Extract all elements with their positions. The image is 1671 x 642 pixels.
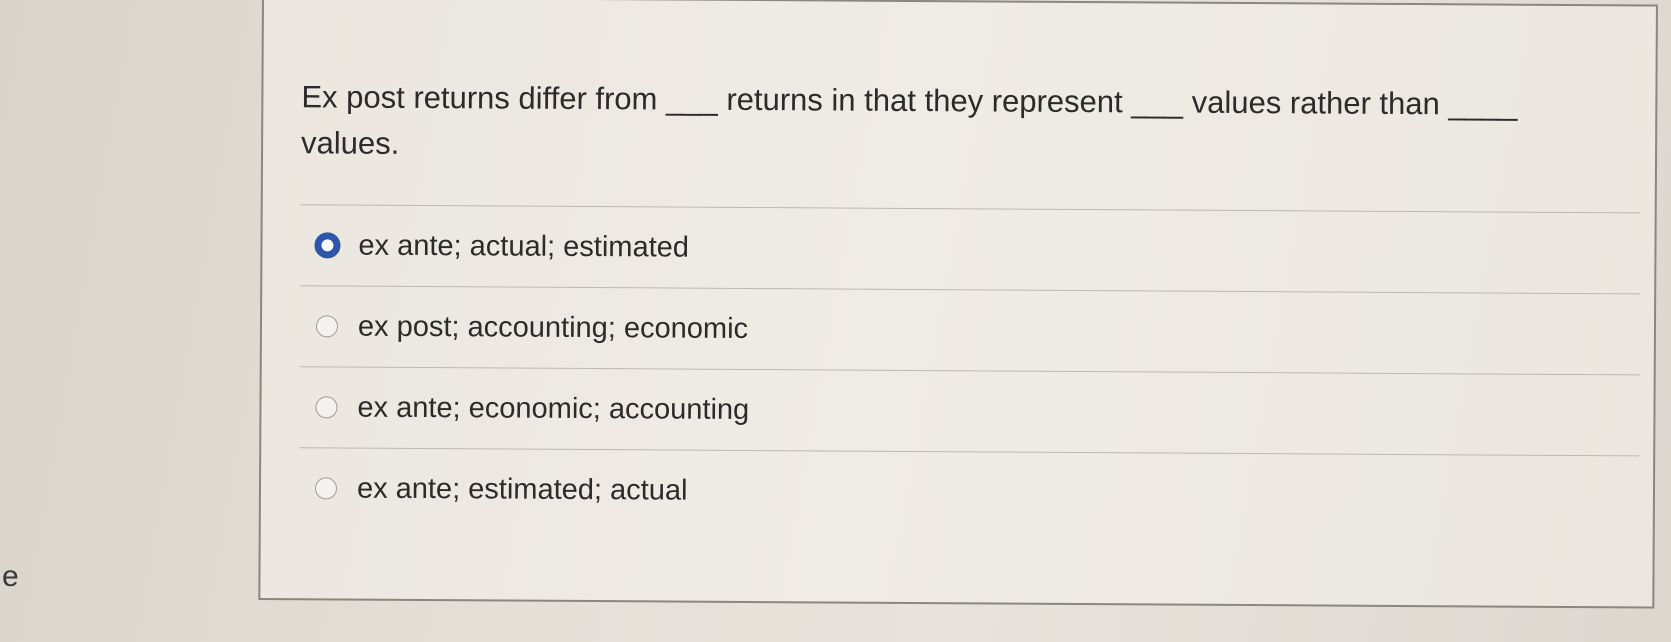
radio-button[interactable] xyxy=(315,315,339,338)
option-label: ex ante; actual; estimated xyxy=(358,229,690,264)
answer-options: ex ante; actual; estimated ex post; acco… xyxy=(299,204,1641,536)
radio-button[interactable] xyxy=(314,477,338,500)
question-text: Ex post returns differ from ___ returns … xyxy=(300,79,1518,161)
option-3[interactable]: ex ante; economic; accounting xyxy=(299,367,1639,455)
question-panel: Ex post returns differ from ___ returns … xyxy=(258,0,1658,609)
option-label: ex post; accounting; economic xyxy=(357,310,749,345)
cropped-side-text: e xyxy=(2,560,19,593)
option-label: ex ante; economic; accounting xyxy=(357,391,750,426)
radio-button-selected[interactable] xyxy=(314,232,341,259)
option-2[interactable]: ex post; accounting; economic xyxy=(300,286,1640,374)
option-1[interactable]: ex ante; actual; estimated xyxy=(300,205,1640,293)
radio-button[interactable] xyxy=(315,396,338,419)
option-4[interactable]: ex ante; estimated; actual xyxy=(299,448,1639,536)
option-label: ex ante; estimated; actual xyxy=(356,472,688,507)
